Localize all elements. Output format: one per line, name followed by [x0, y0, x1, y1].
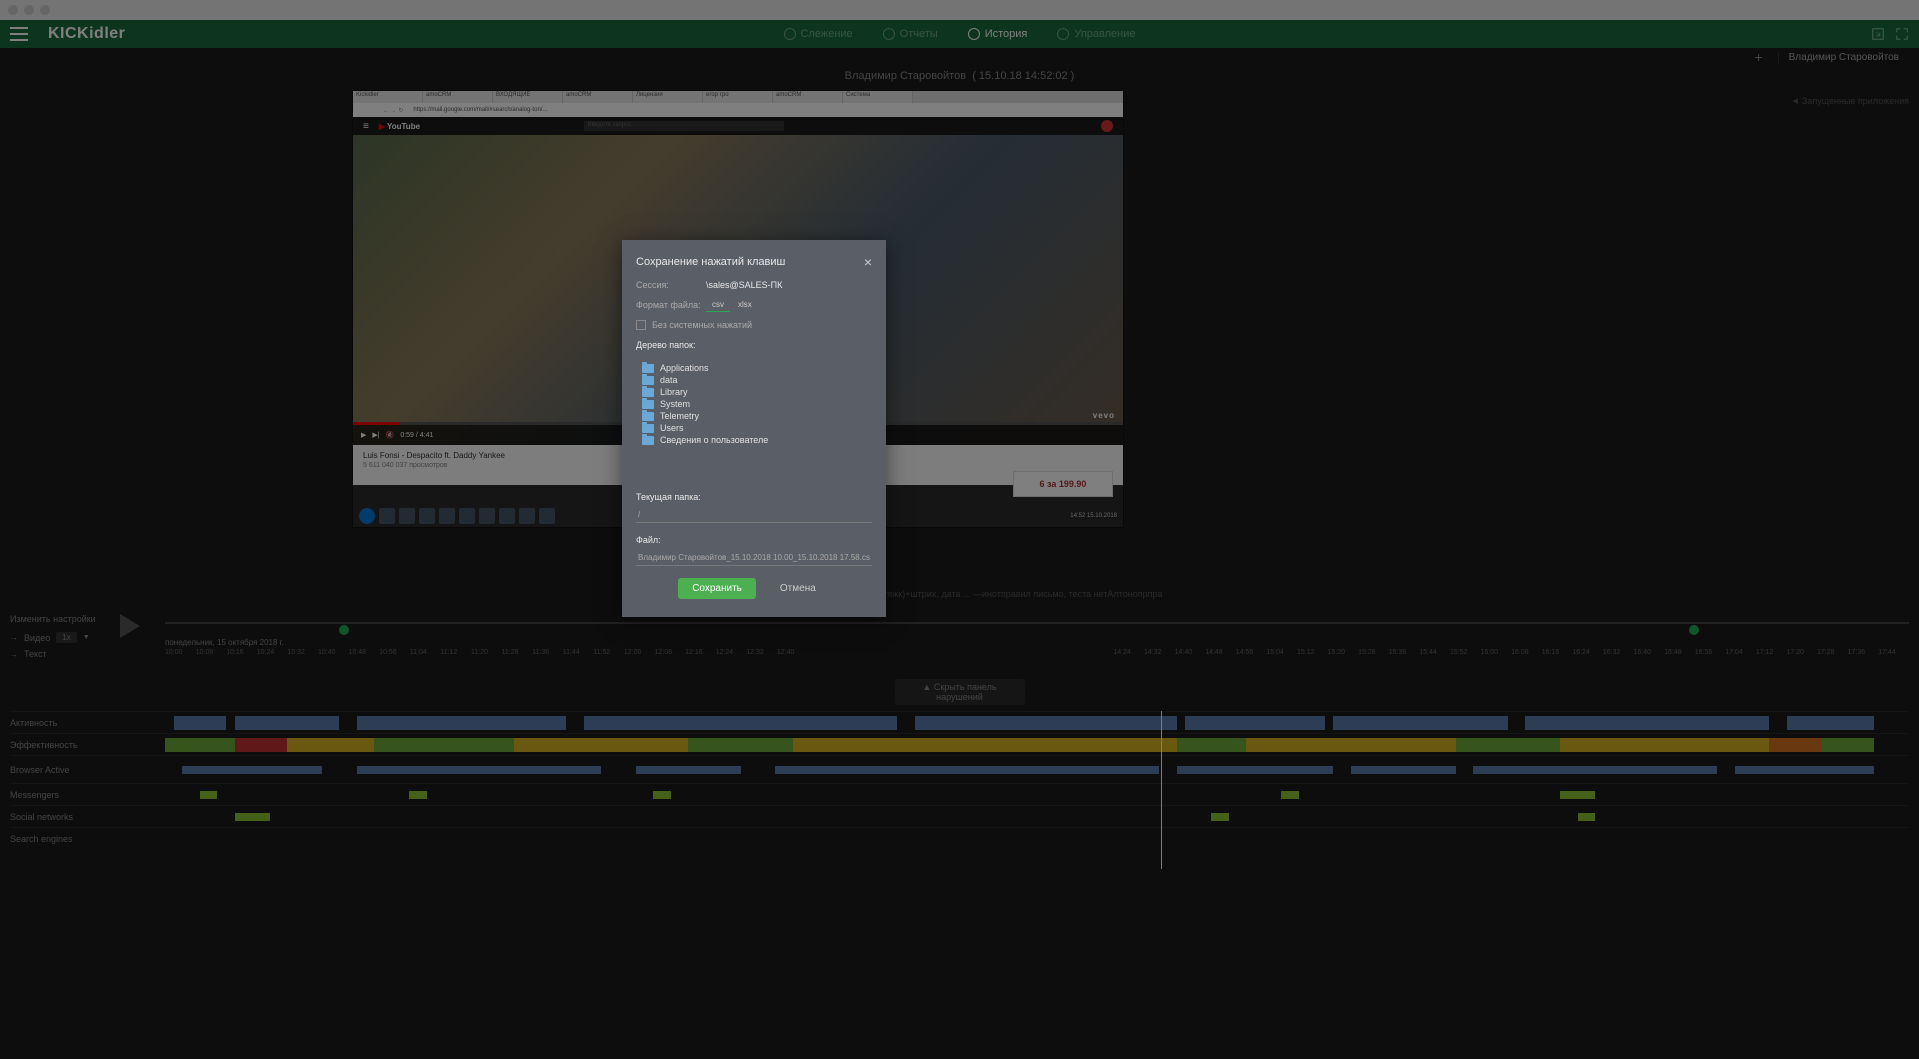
tree-label: Дерево папок:: [636, 340, 872, 350]
format-row: Формат файла: csv xlsx: [636, 298, 872, 312]
folder-icon: [642, 388, 654, 397]
checkbox-row: Без системных нажатий: [636, 320, 872, 330]
current-folder-input[interactable]: [636, 507, 872, 523]
close-icon[interactable]: ×: [864, 254, 872, 270]
folder-item[interactable]: data: [636, 374, 872, 386]
file-input[interactable]: [636, 550, 872, 566]
folder-name: System: [660, 399, 690, 409]
dialog-title: Сохранение нажатий клавиш: [636, 256, 785, 268]
folder-item[interactable]: Applications: [636, 362, 872, 374]
folder-icon: [642, 364, 654, 373]
folder-name: data: [660, 375, 678, 385]
dialog-body: Сессия: \sales@SALES-ПК Формат файла: cs…: [622, 280, 886, 617]
folder-name: Сведения о пользователе: [660, 435, 768, 445]
folder-name: Telemetry: [660, 411, 699, 421]
folder-icon: [642, 400, 654, 409]
modal-overlay[interactable]: [0, 0, 1919, 1059]
folder-icon: [642, 376, 654, 385]
folder-icon: [642, 436, 654, 445]
folder-name: Applications: [660, 363, 709, 373]
folder-item[interactable]: Users: [636, 422, 872, 434]
file-label: Файл:: [636, 535, 872, 545]
dialog-actions: Сохранить Отмена: [636, 578, 872, 603]
no-system-keys-checkbox[interactable]: [636, 320, 646, 330]
folder-icon: [642, 424, 654, 433]
save-keystrokes-dialog: Сохранение нажатий клавиш × Сессия: \sal…: [622, 240, 886, 617]
current-folder-label: Текущая папка:: [636, 492, 872, 502]
folder-item[interactable]: Telemetry: [636, 410, 872, 422]
folder-item[interactable]: Library: [636, 386, 872, 398]
save-button[interactable]: Сохранить: [678, 578, 756, 599]
format-toggle: csv xlsx: [706, 298, 758, 312]
cancel-button[interactable]: Отмена: [766, 578, 830, 599]
folder-item[interactable]: System: [636, 398, 872, 410]
format-xlsx[interactable]: xlsx: [732, 298, 758, 312]
folder-name: Library: [660, 387, 688, 397]
dialog-header: Сохранение нажатий клавиш ×: [622, 240, 886, 280]
folder-item[interactable]: Сведения о пользователе: [636, 434, 872, 446]
session-row: Сессия: \sales@SALES-ПК: [636, 280, 872, 290]
folder-tree: Applications data Library System Telemetry Us…: [636, 358, 872, 478]
folder-icon: [642, 412, 654, 421]
folder-name: Users: [660, 423, 684, 433]
format-csv[interactable]: csv: [706, 298, 730, 312]
